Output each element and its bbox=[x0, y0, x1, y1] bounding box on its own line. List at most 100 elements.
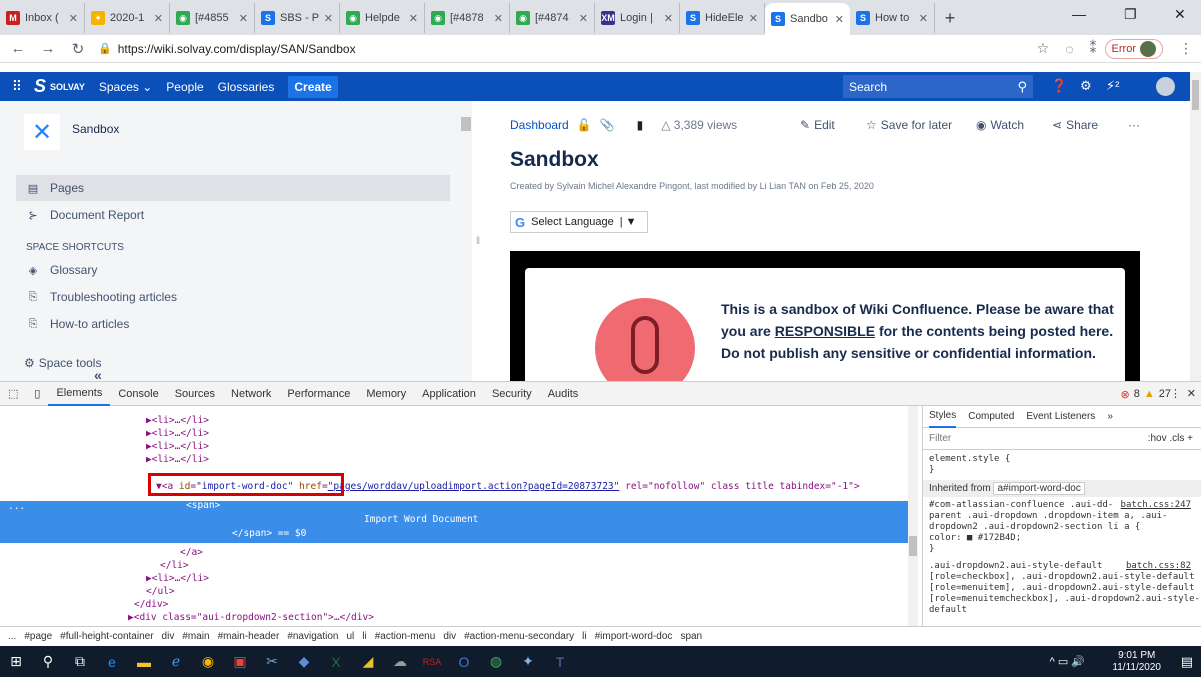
dom-scrollbar[interactable] bbox=[908, 406, 918, 626]
paint-icon[interactable]: ✦ bbox=[512, 646, 544, 677]
css-rule-1[interactable]: batch.css:247 #com-atlassian-confluence … bbox=[923, 500, 1201, 555]
system-tray-icons[interactable]: ^ ▭ 🔊 bbox=[1050, 655, 1085, 668]
chrome-icon[interactable]: ◉ bbox=[192, 646, 224, 677]
browser-tab[interactable]: S SBS - P ✕ bbox=[255, 3, 340, 33]
dom-breadcrumb-item[interactable]: li bbox=[582, 631, 586, 642]
dom-node[interactable]: </a> bbox=[180, 546, 203, 559]
settings-icon[interactable]: ⚙ bbox=[1080, 78, 1092, 94]
styles-filter-input[interactable]: Filter :hov .cls + bbox=[923, 428, 1201, 450]
rule-1-source-link[interactable]: batch.css:247 bbox=[1121, 500, 1191, 511]
app-icon-4[interactable]: ◍ bbox=[480, 646, 512, 677]
sidebar-item-how-to[interactable]: ⎘ How-to articles bbox=[16, 311, 450, 337]
tab-network[interactable]: Network bbox=[223, 388, 279, 400]
tab-close-icon[interactable]: ✕ bbox=[324, 12, 333, 25]
sidebar-item-document-report[interactable]: ⊱ Document Report bbox=[16, 202, 450, 228]
page-views[interactable]: △ 3,389 views bbox=[661, 118, 737, 132]
browser-tab[interactable]: XM Login | ✕ bbox=[595, 3, 680, 33]
restrictions-icon[interactable]: 🔓 bbox=[577, 118, 592, 132]
browser-tab[interactable]: S How to ✕ bbox=[850, 3, 935, 33]
tab-console[interactable]: Console bbox=[110, 388, 166, 400]
tab-close-icon[interactable]: ✕ bbox=[154, 12, 163, 25]
browser-tab[interactable]: ◉ [#4855 ✕ bbox=[170, 3, 255, 33]
help-icon[interactable]: ❓ bbox=[1051, 78, 1067, 94]
nav-people[interactable]: People bbox=[166, 80, 203, 94]
breadcrumb-dashboard[interactable]: Dashboard bbox=[510, 118, 569, 132]
tab-memory[interactable]: Memory bbox=[358, 388, 414, 400]
sidebar-item-troubleshooting[interactable]: ⎘ Troubleshooting articles bbox=[16, 284, 450, 310]
task-view-icon[interactable]: ⧉ bbox=[64, 646, 96, 677]
maximize-icon[interactable]: ❐ bbox=[1124, 6, 1137, 23]
dom-node[interactable]: ▶<li>…</li> bbox=[146, 572, 209, 585]
tab-styles[interactable]: Styles bbox=[929, 406, 957, 428]
dom-breadcrumb-item[interactable]: #main bbox=[182, 631, 209, 642]
tab-sources[interactable]: Sources bbox=[167, 388, 223, 400]
new-tab-icon[interactable]: + bbox=[935, 8, 965, 29]
excel-icon[interactable]: X bbox=[320, 646, 352, 677]
page-scroll-thumb[interactable] bbox=[1192, 80, 1199, 110]
dom-breadcrumb-item[interactable]: #action-menu-secondary bbox=[464, 631, 574, 642]
create-button[interactable]: Create bbox=[288, 75, 338, 98]
tab-performance[interactable]: Performance bbox=[279, 388, 358, 400]
dom-scroll-thumb[interactable] bbox=[909, 536, 917, 556]
search-input[interactable]: Search ⚲ bbox=[843, 75, 1033, 98]
snipping-tool-icon[interactable]: ✂ bbox=[256, 646, 288, 677]
rsa-icon[interactable]: RSA bbox=[416, 646, 448, 677]
selected-dom-node[interactable]: ... <span> Import Word Document </span> … bbox=[0, 500, 918, 543]
nav-spaces[interactable]: Spaces ⌄ bbox=[99, 80, 152, 94]
dom-breadcrumb-item[interactable]: #full-height-container bbox=[60, 631, 153, 642]
element-style-rule[interactable]: element.style { } bbox=[923, 454, 1201, 476]
dom-node[interactable]: </div> bbox=[134, 598, 168, 611]
browser-tab[interactable]: S HideEle ✕ bbox=[680, 3, 765, 33]
inherited-target[interactable]: a#import-word-doc bbox=[993, 482, 1085, 495]
dom-breadcrumb-item[interactable]: li bbox=[362, 631, 366, 642]
tab-close-icon[interactable]: ✕ bbox=[239, 12, 248, 25]
reload-icon[interactable]: ↻ bbox=[66, 40, 90, 58]
console-counts[interactable]: ⊗ 8 ▲ 27 bbox=[1121, 388, 1171, 401]
dom-node[interactable]: ▶<li>…</li> bbox=[146, 440, 209, 453]
dom-node[interactable]: </ul> bbox=[146, 585, 175, 598]
app-icon-3[interactable]: ☁ bbox=[384, 646, 416, 677]
browser-tab[interactable]: ◉ [#4878 ✕ bbox=[425, 3, 510, 33]
file-explorer-icon[interactable]: ▬ bbox=[128, 646, 160, 677]
tab-close-icon[interactable]: ✕ bbox=[835, 13, 844, 26]
dom-breadcrumb-item[interactable]: #import-word-doc bbox=[595, 631, 673, 642]
dom-breadcrumb-item[interactable]: #navigation bbox=[287, 631, 338, 642]
dom-breadcrumb-item[interactable]: span bbox=[680, 631, 702, 642]
more-actions-icon[interactable]: ··· bbox=[1128, 118, 1140, 132]
bookmark-icon[interactable]: ▮ bbox=[637, 118, 644, 132]
tab-elements[interactable]: Elements bbox=[48, 382, 111, 406]
attachment-icon[interactable]: 📎 bbox=[600, 118, 615, 132]
save-for-later-button[interactable]: ☆ Save for later bbox=[866, 118, 952, 132]
dom-breadcrumb-item[interactable]: ... bbox=[8, 631, 16, 642]
app-icon-2[interactable]: ◆ bbox=[288, 646, 320, 677]
space-tools-button[interactable]: ⚙ Space tools bbox=[24, 356, 101, 370]
url-field[interactable]: 🔒 https://wiki.solvay.com/display/SAN/Sa… bbox=[98, 42, 1029, 56]
page-scrollbar[interactable] bbox=[1190, 72, 1201, 381]
tab-close-icon[interactable]: ✕ bbox=[409, 12, 418, 25]
nav-glossaries[interactable]: Glossaries bbox=[218, 80, 275, 94]
extension-icon[interactable]: ◌ bbox=[1065, 41, 1073, 57]
dom-node[interactable]: ▶<div class="aui-dropdown2-section">…</d… bbox=[128, 611, 374, 624]
tab-computed[interactable]: Computed bbox=[968, 411, 1014, 422]
user-avatar[interactable] bbox=[1156, 77, 1175, 96]
space-header[interactable]: ✕ Sandbox bbox=[24, 114, 119, 150]
forward-icon[interactable]: → bbox=[36, 40, 60, 57]
browser-tab[interactable]: M Inbox (✕ bbox=[0, 3, 85, 33]
browser-tab[interactable]: ✦ 2020-1 ✕ bbox=[85, 3, 170, 33]
search-icon[interactable]: ⚲ bbox=[32, 646, 64, 677]
extension-icon-2[interactable]: ⁑ bbox=[1090, 40, 1097, 57]
outlook-icon[interactable]: O bbox=[448, 646, 480, 677]
edge-icon[interactable]: e bbox=[96, 646, 128, 677]
tab-more[interactable]: » bbox=[1107, 411, 1113, 422]
rule-1-property[interactable]: color: ■ #172B4D; bbox=[929, 533, 1201, 544]
search-icon[interactable]: ⚲ bbox=[1017, 79, 1027, 95]
dom-node[interactable]: ▶<li>…</li> bbox=[146, 414, 209, 427]
inspect-element-icon[interactable]: ⬚ bbox=[0, 387, 26, 400]
app-switcher-icon[interactable]: ⠿ bbox=[0, 78, 34, 95]
back-icon[interactable]: ← bbox=[6, 40, 30, 57]
dom-node[interactable]: </li> bbox=[160, 559, 189, 572]
sidebar-scrollbar[interactable] bbox=[461, 117, 471, 131]
tab-application[interactable]: Application bbox=[414, 388, 484, 400]
sidebar-item-pages[interactable]: ▤ Pages bbox=[16, 175, 450, 201]
notifications-icon[interactable]: ⚡² bbox=[1106, 78, 1119, 94]
